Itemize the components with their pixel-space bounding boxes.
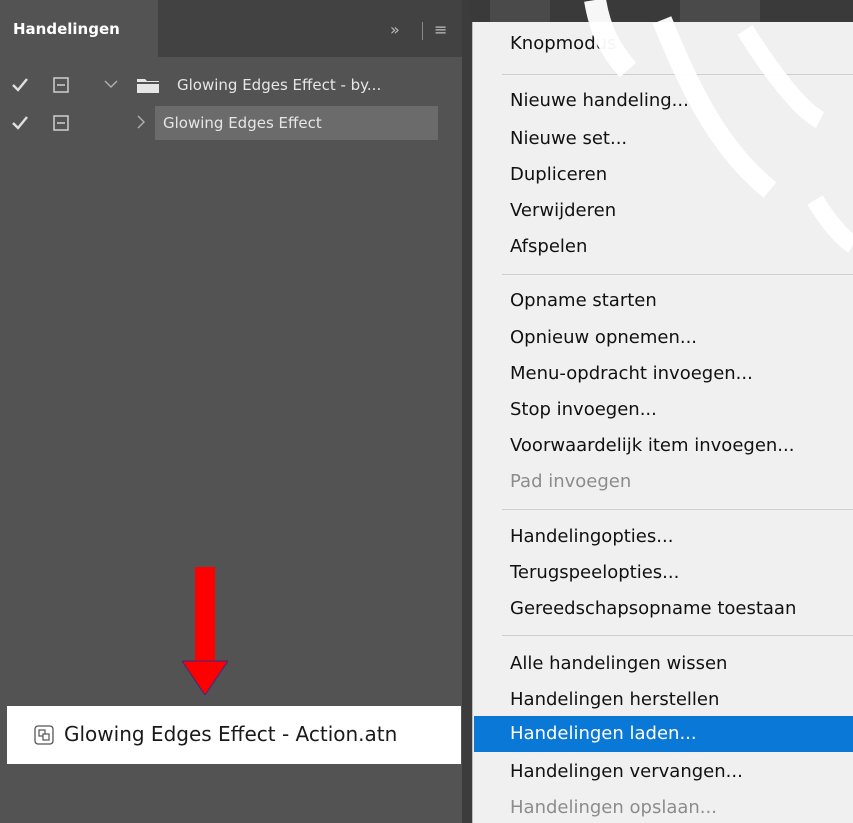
tab-handelingen[interactable]: Handelingen [0, 0, 158, 57]
menu-item-menu-opdracht-invoegen[interactable]: Menu-opdracht invoegen... [510, 363, 753, 385]
collapse-panel-icon[interactable]: » [390, 20, 400, 40]
menu-item-voorwaardelijk-item-invoegen[interactable]: Voorwaardelijk item invoegen... [510, 435, 794, 457]
checkmark-icon[interactable] [10, 75, 30, 95]
menu-item-opnieuw-opnemen[interactable]: Opnieuw opnemen... [510, 327, 697, 349]
action-row[interactable]: Glowing Edges Effect [0, 106, 462, 140]
menu-item-pad-invoegen: Pad invoegen [510, 471, 632, 492]
menu-item-nieuwe-handeling[interactable]: Nieuwe handeling... [510, 90, 689, 112]
menu-item-handelingen-herstellen[interactable]: Handelingen herstellen [510, 689, 719, 711]
header-divider [422, 22, 423, 40]
folder-icon [137, 79, 159, 93]
menu-separator [502, 635, 853, 636]
menu-item-stop-invoegen[interactable]: Stop invoegen... [510, 399, 657, 421]
panel-menu-icon[interactable]: ≡ [434, 20, 447, 40]
menu-separator [502, 274, 853, 275]
menu-item-handelingopties[interactable]: Handelingopties... [510, 526, 673, 548]
file-atn-icon [34, 725, 54, 745]
menu-item-nieuwe-set[interactable]: Nieuwe set... [510, 128, 627, 150]
menu-item-terugspeelopties[interactable]: Terugspeelopties... [510, 562, 679, 584]
menu-item-handelingen-opslaan: Handelingen opslaan... [510, 797, 717, 818]
chevron-down-icon[interactable] [103, 76, 119, 92]
menu-item-verwijderen[interactable]: Verwijderen [510, 200, 616, 222]
menu-item-gereedschapsopname-toestaan[interactable]: Gereedschapsopname toestaan [510, 598, 796, 620]
menu-item-alle-handelingen-wissen[interactable]: Alle handelingen wissen [510, 653, 727, 675]
checkmark-icon[interactable] [10, 113, 30, 133]
menu-item-handelingen-vervangen[interactable]: Handelingen vervangen... [510, 761, 743, 783]
background-segment [490, 0, 550, 22]
dialog-toggle-icon[interactable] [52, 114, 70, 132]
red-arrow-annotation [182, 567, 228, 695]
menu-separator [502, 74, 853, 75]
menu-separator [502, 509, 853, 510]
menu-item-opname-starten[interactable]: Opname starten [510, 290, 657, 312]
panel-header: Handelingen » ≡ [0, 0, 462, 57]
panel-gap [462, 0, 472, 823]
menu-item-dupliceren[interactable]: Dupliceren [510, 164, 607, 186]
panel-context-menu: Knopmodus Nieuwe handeling... Nieuwe set… [472, 22, 853, 823]
chevron-right-icon[interactable] [133, 114, 149, 130]
background-strip [470, 0, 853, 22]
menu-item-afspelen[interactable]: Afspelen [510, 236, 587, 258]
dialog-toggle-icon[interactable] [52, 76, 70, 94]
background-segment [680, 0, 760, 22]
actions-panel: Handelingen » ≡ Glowing Edges Effect - b… [0, 0, 462, 823]
menu-item-handelingen-laden[interactable]: Handelingen laden... [510, 723, 697, 745]
file-item[interactable]: Glowing Edges Effect - Action.atn [7, 706, 461, 764]
action-label: Glowing Edges Effect [163, 114, 322, 132]
menu-item-knopmodus[interactable]: Knopmodus [510, 33, 616, 55]
file-name: Glowing Edges Effect - Action.atn [64, 722, 398, 746]
action-set-row[interactable]: Glowing Edges Effect - by... [0, 68, 462, 102]
action-set-label: Glowing Edges Effect - by... [177, 76, 382, 94]
